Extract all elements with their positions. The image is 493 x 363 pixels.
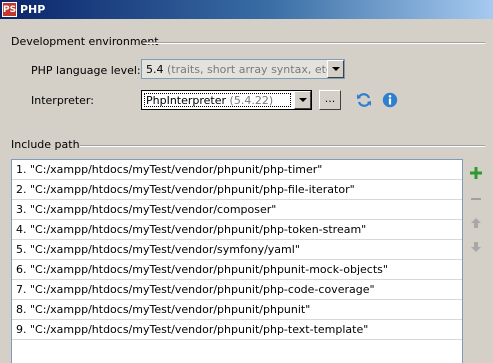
language-level-value: 5.4 — [146, 63, 164, 76]
chevron-down-icon[interactable] — [327, 60, 344, 78]
list-item[interactable]: 3. "C:/xampp/htdocs/myTest/vendor/compos… — [12, 200, 462, 220]
window-title: PHP — [20, 3, 46, 16]
list-item[interactable]: 1. "C:/xampp/htdocs/myTest/vendor/phpuni… — [12, 160, 462, 180]
list-item[interactable]: 2. "C:/xampp/htdocs/myTest/vendor/phpuni… — [12, 180, 462, 200]
interpreter-combo[interactable]: PhpInterpreter (5.4.22) — [141, 90, 312, 110]
interpreter-label: Interpreter: — [31, 94, 94, 107]
refresh-icon[interactable] — [356, 92, 372, 108]
browse-interpreter-button[interactable]: ... — [319, 90, 341, 110]
list-item[interactable]: 5. "C:/xampp/htdocs/myTest/vendor/symfon… — [12, 240, 462, 260]
list-item[interactable]: 4. "C:/xampp/htdocs/myTest/vendor/phpuni… — [12, 220, 462, 240]
list-item[interactable]: 8. "C:/xampp/htdocs/myTest/vendor/phpuni… — [12, 300, 462, 320]
include-path-list[interactable]: 1. "C:/xampp/htdocs/myTest/vendor/phpuni… — [11, 159, 463, 363]
dev-env-separator — [145, 42, 485, 44]
info-icon[interactable] — [382, 92, 398, 108]
list-item[interactable]: 6. "C:/xampp/htdocs/myTest/vendor/phpuni… — [12, 260, 462, 280]
list-item[interactable]: 7. "C:/xampp/htdocs/myTest/vendor/phpuni… — [12, 280, 462, 300]
language-level-hint: (traits, short array syntax, etc.) — [167, 63, 340, 76]
interpreter-hint: (5.4.22) — [229, 94, 274, 107]
language-level-label: PHP language level: — [31, 64, 141, 77]
list-item[interactable]: 9. "C:/xampp/htdocs/myTest/vendor/phpuni… — [12, 320, 462, 340]
dev-env-heading: Development environment — [11, 35, 159, 48]
app-icon: PS — [2, 2, 17, 17]
include-path-heading: Include path — [11, 138, 80, 151]
include-path-separator — [80, 145, 485, 147]
language-level-combo[interactable]: 5.4 (traits, short array syntax, etc.) — [141, 59, 345, 79]
interpreter-value: PhpInterpreter — [146, 94, 227, 107]
title-bar: PS PHP — [0, 0, 493, 19]
add-icon[interactable] — [469, 166, 483, 180]
remove-icon[interactable] — [469, 192, 483, 206]
arrow-down-icon[interactable] — [469, 240, 483, 254]
chevron-down-icon[interactable] — [294, 91, 311, 109]
arrow-up-icon[interactable] — [469, 216, 483, 230]
